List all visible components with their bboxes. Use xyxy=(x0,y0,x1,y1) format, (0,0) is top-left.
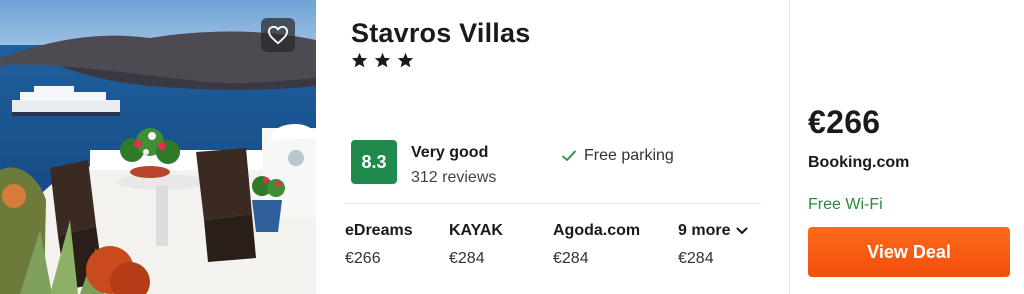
more-providers-dropdown[interactable]: 9 more €284 xyxy=(678,221,748,268)
star-icon xyxy=(374,52,391,68)
heart-outline-icon xyxy=(267,25,288,45)
divider xyxy=(345,203,761,204)
chevron-down-icon xyxy=(736,227,748,234)
star-rating xyxy=(351,52,414,68)
hotel-result-card[interactable]: Stavros Villas 8.3 Very good 312 reviews… xyxy=(0,0,1024,294)
more-providers-button[interactable]: 9 more xyxy=(678,221,748,241)
column-divider xyxy=(789,0,790,294)
provider-name[interactable]: KAYAK xyxy=(449,221,503,241)
provider-price[interactable]: €284 xyxy=(678,250,748,268)
best-price[interactable]: €266 xyxy=(808,104,880,141)
star-icon xyxy=(351,52,368,68)
review-count[interactable]: 312 reviews xyxy=(411,169,496,187)
favorite-button[interactable] xyxy=(261,18,295,52)
deal-perk: Free Wi-Fi xyxy=(808,196,883,213)
best-price-provider[interactable]: Booking.com xyxy=(808,154,909,172)
provider-option-agoda[interactable]: Agoda.com €284 xyxy=(553,221,640,268)
provider-option-kayak[interactable]: KAYAK €284 xyxy=(449,221,503,268)
provider-name[interactable]: Agoda.com xyxy=(553,221,640,241)
rating-score-badge: 8.3 xyxy=(351,140,397,184)
provider-price[interactable]: €266 xyxy=(345,250,413,268)
provider-name[interactable]: eDreams xyxy=(345,221,413,241)
hotel-photo[interactable] xyxy=(0,0,316,294)
provider-price[interactable]: €284 xyxy=(449,250,503,268)
rating-label: Very good xyxy=(411,144,489,161)
provider-price[interactable]: €284 xyxy=(553,250,640,268)
view-deal-button[interactable]: View Deal xyxy=(808,227,1010,277)
amenity-label: Free parking xyxy=(584,147,674,164)
amenity-item: Free parking xyxy=(562,147,674,165)
checkmark-icon xyxy=(562,150,576,161)
star-icon xyxy=(397,52,414,68)
provider-option-edreams[interactable]: eDreams €266 xyxy=(345,221,413,268)
more-providers-label: 9 more xyxy=(678,222,731,239)
hotel-name[interactable]: Stavros Villas xyxy=(351,18,530,49)
